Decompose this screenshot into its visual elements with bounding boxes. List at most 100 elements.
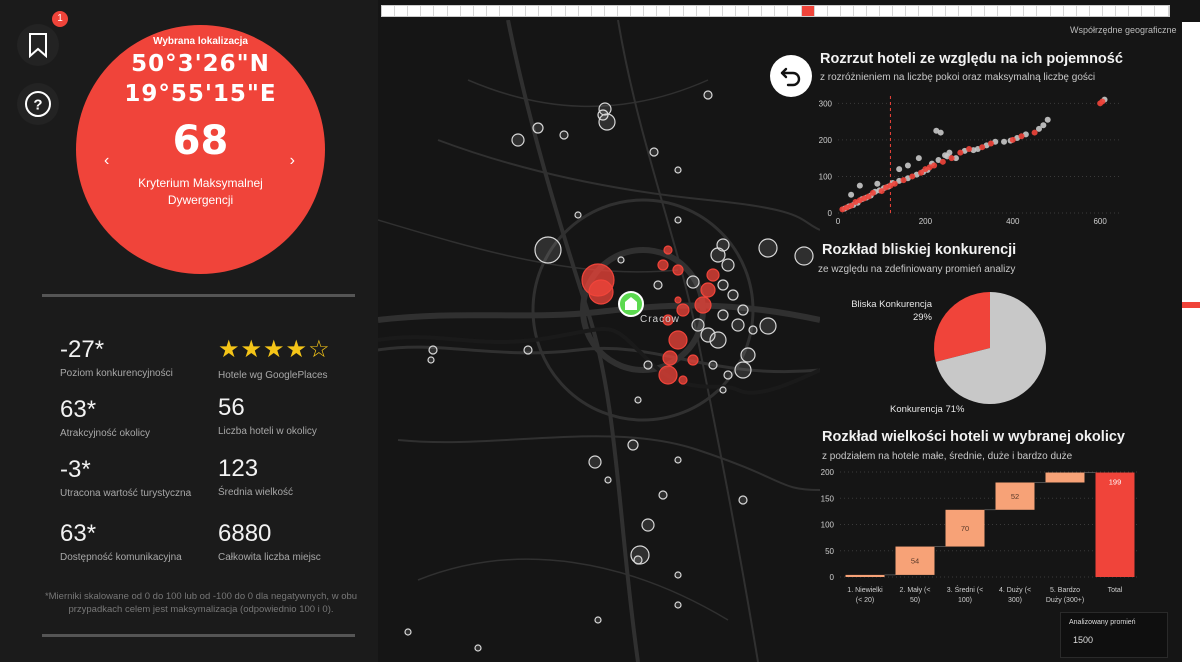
hotel-marker[interactable] — [597, 109, 609, 121]
timeline-segment[interactable] — [579, 6, 592, 16]
timeline-segment[interactable] — [395, 6, 409, 16]
back-button[interactable] — [770, 55, 812, 97]
hotel-marker[interactable] — [604, 476, 612, 484]
hotel-marker[interactable] — [700, 282, 716, 298]
hotel-marker[interactable] — [737, 304, 749, 316]
scatter-point[interactable] — [891, 180, 898, 187]
vertical-scrollbar[interactable] — [1182, 22, 1200, 662]
scatter-point[interactable] — [869, 189, 876, 196]
scroll-thumb[interactable] — [1182, 302, 1200, 308]
timeline-segment[interactable] — [487, 6, 500, 16]
scatter-point[interactable] — [856, 182, 863, 189]
timeline-segment[interactable] — [684, 6, 697, 16]
timeline-segment[interactable] — [448, 6, 461, 16]
hotel-marker[interactable] — [511, 133, 525, 147]
hotel-marker[interactable] — [759, 317, 777, 335]
scatter-point[interactable] — [933, 127, 940, 134]
timeline-segment[interactable] — [893, 6, 907, 16]
hotel-marker[interactable] — [594, 616, 602, 624]
hotel-marker[interactable] — [794, 246, 814, 266]
hotel-marker[interactable] — [731, 318, 745, 332]
timeline-segment[interactable] — [657, 6, 671, 16]
hotel-marker[interactable] — [717, 309, 729, 321]
timeline-segment[interactable] — [539, 6, 553, 16]
hotel-marker[interactable] — [532, 122, 544, 134]
hotel-marker[interactable] — [649, 147, 659, 157]
hotel-marker[interactable] — [674, 296, 682, 304]
scatter-point[interactable] — [979, 144, 986, 151]
bar[interactable] — [1045, 472, 1085, 483]
timeline-segment[interactable] — [631, 6, 645, 16]
hotel-marker[interactable] — [668, 330, 688, 350]
timeline-segment[interactable] — [998, 6, 1012, 16]
hotel-marker[interactable] — [687, 354, 699, 366]
hotel-marker[interactable] — [674, 601, 682, 609]
hotel-marker[interactable] — [633, 555, 643, 565]
hotel-size-waterfall-chart[interactable]: 0 50 100 150 200 1. Niewielki (< 20) 54 2. Mały … — [812, 462, 1147, 607]
hotel-marker[interactable] — [708, 360, 718, 370]
hotel-marker[interactable] — [734, 361, 752, 379]
scatter-point[interactable] — [1031, 129, 1038, 136]
hotel-marker[interactable] — [658, 490, 668, 500]
scatter-point[interactable] — [896, 166, 903, 173]
timeline-segment[interactable] — [644, 6, 658, 16]
hotel-marker[interactable] — [686, 275, 700, 289]
timeline-segment[interactable] — [972, 6, 986, 16]
timeline-segment[interactable] — [959, 6, 972, 16]
timeline-segment[interactable] — [566, 6, 579, 16]
radius-filter[interactable]: Analizowany promień 1500 — [1060, 612, 1168, 658]
hotel-marker[interactable] — [674, 166, 682, 174]
timeline-segment[interactable] — [762, 6, 776, 16]
timeline-segment[interactable] — [421, 6, 435, 16]
hotel-marker[interactable] — [694, 296, 712, 314]
timeline-segment[interactable] — [946, 6, 959, 16]
scatter-point[interactable] — [1099, 98, 1106, 105]
timeline-segment[interactable] — [1077, 6, 1090, 16]
timeline-segment[interactable] — [1142, 6, 1156, 16]
timeline-segment[interactable] — [736, 6, 750, 16]
selected-location-marker[interactable] — [618, 291, 644, 317]
bar[interactable] — [845, 574, 885, 577]
timeline-segment[interactable] — [1064, 6, 1077, 16]
scatter-point[interactable] — [915, 155, 922, 162]
scatter-point[interactable] — [939, 158, 946, 165]
timeline-segment[interactable] — [710, 6, 723, 16]
scatter-point[interactable] — [948, 155, 955, 162]
hotel-marker[interactable] — [404, 628, 412, 636]
bar[interactable] — [1095, 472, 1135, 577]
timeline-segment[interactable] — [592, 6, 605, 16]
hotel-marker[interactable] — [559, 130, 569, 140]
timeline-segment[interactable] — [933, 6, 946, 16]
hotel-marker[interactable] — [617, 256, 625, 264]
hotel-marker[interactable] — [717, 279, 729, 291]
hotel-marker[interactable] — [738, 495, 748, 505]
hotel-marker[interactable] — [627, 439, 639, 451]
hotel-marker[interactable] — [641, 518, 655, 532]
timeline-segment[interactable] — [828, 6, 841, 16]
scatter-point[interactable] — [1044, 116, 1051, 123]
timeline-segment[interactable] — [434, 6, 448, 16]
hotel-marker[interactable] — [657, 259, 669, 271]
timeline-segment[interactable] — [906, 6, 920, 16]
hotel-marker[interactable] — [523, 345, 533, 355]
hotel-marker[interactable] — [474, 644, 482, 652]
hotel-marker[interactable] — [748, 325, 758, 335]
hotel-marker[interactable] — [658, 365, 678, 385]
scatter-point[interactable] — [1009, 136, 1016, 143]
timeline-segment[interactable] — [1024, 6, 1038, 16]
hotel-marker[interactable] — [653, 280, 663, 290]
timeline-segment[interactable] — [749, 6, 763, 16]
timeline-segment[interactable] — [1129, 6, 1143, 16]
hotel-marker[interactable] — [709, 331, 727, 349]
scatter-point[interactable] — [987, 140, 994, 147]
timeline-segment[interactable] — [500, 6, 514, 16]
hotel-marker[interactable] — [740, 347, 756, 363]
timeline-segment[interactable] — [775, 6, 789, 16]
scatter-point[interactable] — [1018, 133, 1025, 140]
timeline-segment[interactable] — [985, 6, 999, 16]
hotel-marker[interactable] — [758, 238, 778, 258]
timeline-segment[interactable] — [461, 6, 474, 16]
prev-criterion-button[interactable]: ‹ — [104, 152, 109, 170]
hotel-marker[interactable] — [662, 350, 678, 366]
timeline-segment[interactable] — [880, 6, 894, 16]
